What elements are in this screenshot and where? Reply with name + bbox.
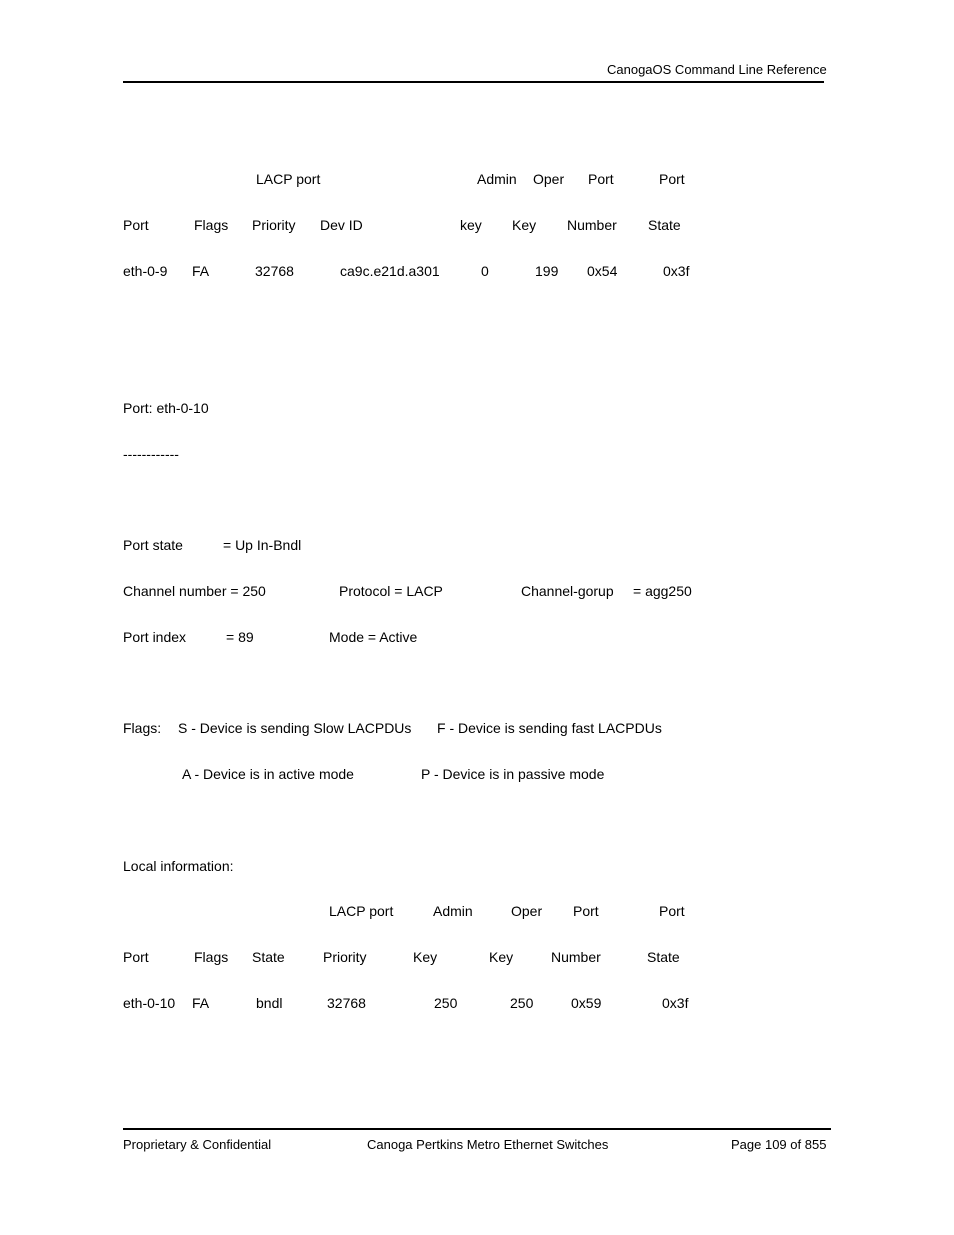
footer-rule (123, 1128, 831, 1130)
protocol: Protocol = LACP (339, 583, 443, 599)
channel-group-label: Channel-gorup (521, 583, 614, 599)
cell-state: bndl (256, 995, 283, 1011)
page-number: Page 109 of 855 (731, 1137, 827, 1152)
col-header-state: State (648, 217, 681, 233)
cell-port: eth-0-9 (123, 263, 168, 279)
col-header-port: Port (573, 903, 599, 919)
running-header-title: CanogaOS Command Line Reference (607, 62, 827, 77)
port-state-value: = Up In-Bndl (223, 537, 302, 553)
col-header-lacp-port: LACP port (329, 903, 394, 919)
col-header-port: Port (588, 171, 614, 187)
col-header-priority: Priority (252, 217, 296, 233)
channel-group-value: = agg250 (633, 583, 692, 599)
col-header-key: Key (489, 949, 514, 965)
local-info-title: Local information: (123, 858, 234, 874)
col-header-oper: Oper (511, 903, 543, 919)
cell-priority: 32768 (255, 263, 294, 279)
port-index-value: = 89 (226, 629, 254, 645)
cell-dev-id: ca9c.e21d.a301 (340, 263, 440, 279)
header-rule (123, 81, 824, 83)
col-header-port: Port (123, 949, 149, 965)
col-header-key: key (460, 217, 482, 233)
col-header-key: Key (512, 217, 537, 233)
col-header-lacp-port: LACP port (256, 171, 321, 187)
col-header-admin: Admin (433, 903, 473, 919)
cell-admin-key: 0 (481, 263, 489, 279)
port-line: Port: eth-0-10 (123, 400, 209, 416)
col-header-flags: Flags (194, 949, 229, 965)
flag-s-description: S - Device is sending Slow LACPDUs (178, 720, 412, 736)
cell-port-state: 0x3f (662, 995, 689, 1011)
col-header-oper: Oper (533, 171, 565, 187)
col-header-key: Key (413, 949, 438, 965)
col-header-port: Port (123, 217, 149, 233)
cell-priority: 32768 (327, 995, 366, 1011)
col-header-admin: Admin (477, 171, 517, 187)
port-state-label: Port state (123, 537, 183, 553)
footer-confidential: Proprietary & Confidential (123, 1137, 272, 1152)
port-index-label: Port index (123, 629, 187, 645)
footer-product: Canoga Pertkins Metro Ethernet Switches (367, 1137, 609, 1152)
cell-flags: FA (192, 263, 210, 279)
mode: Mode = Active (329, 629, 418, 645)
col-header-flags: Flags (194, 217, 229, 233)
channel-number: Channel number = 250 (123, 583, 266, 599)
cell-port-number: 0x54 (587, 263, 618, 279)
col-header-state: State (252, 949, 285, 965)
col-header-number: Number (551, 949, 601, 965)
separator-line: ------------ (123, 446, 179, 462)
flag-p-description: P - Device is in passive mode (421, 766, 605, 782)
col-header-dev-id: Dev ID (320, 217, 363, 233)
cell-port-number: 0x59 (571, 995, 602, 1011)
flag-f-description: F - Device is sending fast LACPDUs (437, 720, 662, 736)
col-header-port: Port (659, 171, 685, 187)
col-header-state: State (647, 949, 680, 965)
cell-flags: FA (192, 995, 210, 1011)
col-header-priority: Priority (323, 949, 367, 965)
cell-oper-key: 250 (510, 995, 534, 1011)
flag-a-description: A - Device is in active mode (182, 766, 354, 782)
cell-oper-key: 199 (535, 263, 559, 279)
col-header-port: Port (659, 903, 685, 919)
col-header-number: Number (567, 217, 617, 233)
cell-port: eth-0-10 (123, 995, 176, 1011)
cell-admin-key: 250 (434, 995, 458, 1011)
flags-label: Flags: (123, 720, 162, 736)
cell-port-state: 0x3f (663, 263, 690, 279)
